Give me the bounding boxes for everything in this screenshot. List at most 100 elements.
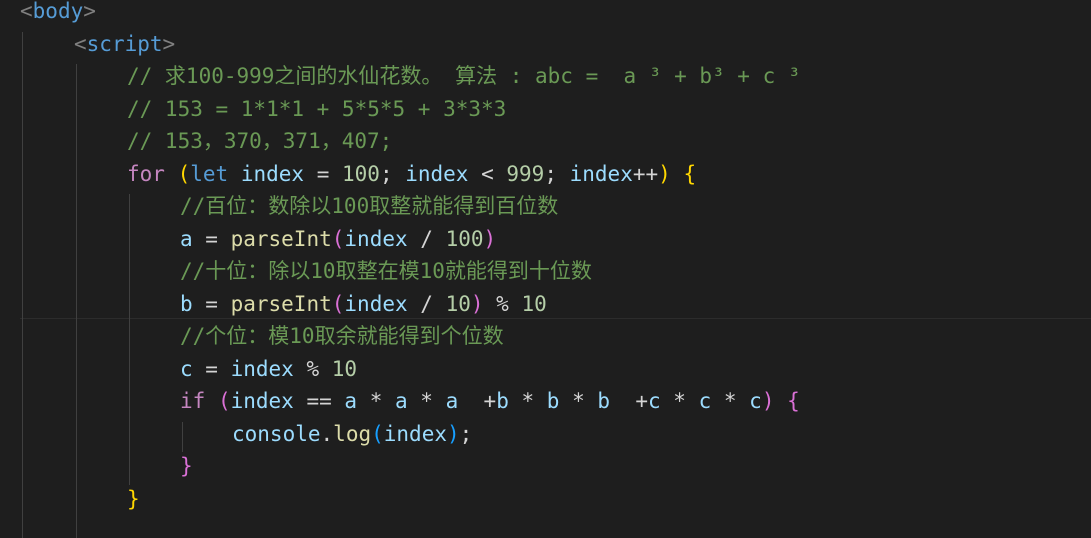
- code-token: a: [395, 389, 408, 413]
- code-token: <: [20, 0, 33, 23]
- code-line[interactable]: <body>: [20, 0, 96, 28]
- code-token: .: [320, 421, 334, 446]
- code-token: //个位：模10取余就能得到个位数: [180, 324, 504, 348]
- code-token: //十位：除以10取整在模10就能得到十位数: [180, 259, 592, 283]
- code-token: <: [468, 161, 507, 186]
- code-token: let: [190, 161, 229, 186]
- code-token: (: [331, 226, 345, 251]
- code-token: }: [180, 454, 193, 478]
- indent-guide: [182, 421, 183, 452]
- code-line[interactable]: b = parseInt(index / 10) % 10: [180, 288, 547, 321]
- code-token: (: [331, 291, 345, 316]
- code-token: 100: [342, 161, 380, 186]
- code-token: *: [407, 389, 446, 413]
- code-token: 10: [331, 356, 358, 381]
- code-token: *: [508, 389, 547, 413]
- code-token: +: [458, 389, 497, 413]
- code-token: index: [230, 389, 294, 413]
- code-token: =: [304, 161, 342, 186]
- code-line[interactable]: //百位：数除以100取整就能得到百位数: [180, 190, 558, 223]
- code-token: {: [787, 389, 800, 413]
- code-token: body: [32, 0, 84, 23]
- code-token: ): [470, 291, 484, 316]
- indent-guide: [22, 31, 23, 538]
- code-token: b: [496, 389, 509, 413]
- code-token: %: [293, 356, 332, 381]
- code-token: index: [383, 421, 447, 446]
- indent-guide: [129, 194, 130, 485]
- code-token: ++: [632, 161, 659, 186]
- code-token: a: [180, 226, 193, 251]
- indent-guide: [76, 64, 77, 538]
- code-token: script: [86, 31, 163, 56]
- code-line[interactable]: //个位：模10取余就能得到个位数: [180, 320, 504, 353]
- code-token: b: [597, 389, 611, 413]
- code-token: +: [610, 389, 648, 413]
- code-token: *: [660, 389, 699, 413]
- code-line[interactable]: }: [180, 450, 193, 483]
- code-line[interactable]: // 求100-999之间的水仙花数。 算法 : abc = a ³ + b³ …: [127, 60, 801, 93]
- code-line[interactable]: // 153 = 1*1*1 + 5*5*5 + 3*3*3: [127, 93, 506, 126]
- code-token: // 153，370，371，407;: [127, 129, 393, 153]
- code-token: 10: [445, 291, 471, 316]
- code-line[interactable]: c = index % 10: [180, 353, 357, 386]
- code-token: b: [546, 389, 560, 413]
- code-line[interactable]: a = parseInt(index / 100): [180, 223, 496, 256]
- code-token: <: [74, 31, 87, 56]
- code-token: >: [162, 31, 176, 56]
- code-line[interactable]: if (index == a * a * a +b * b * b +c * c…: [180, 385, 800, 418]
- code-line[interactable]: //十位：除以10取整在模10就能得到十位数: [180, 255, 592, 288]
- code-token: (: [177, 161, 191, 186]
- code-token: parseInt: [230, 226, 332, 251]
- code-token: if: [180, 389, 206, 413]
- code-token: =: [192, 356, 231, 381]
- code-token: %: [483, 291, 522, 316]
- code-token: (: [217, 389, 231, 413]
- code-line[interactable]: <script>: [74, 28, 175, 61]
- code-token: c: [180, 356, 193, 381]
- code-token: a: [445, 389, 459, 413]
- code-token: (: [371, 421, 384, 446]
- code-token: /: [407, 226, 446, 251]
- code-token: =: [192, 226, 231, 251]
- code-token: index: [405, 161, 469, 186]
- code-token: index: [569, 161, 633, 186]
- code-editor[interactable]: <body> <script>// 求100-999之间的水仙花数。 算法 : a…: [0, 0, 1091, 538]
- code-token: ==: [293, 389, 345, 413]
- code-token: c: [749, 389, 762, 413]
- code-line[interactable]: console.log(index);: [232, 418, 472, 451]
- code-token: ): [658, 161, 671, 186]
- code-token: {: [683, 161, 697, 186]
- code-token: b: [180, 291, 193, 316]
- code-token: >: [83, 0, 96, 23]
- code-token: // 153 = 1*1*1 + 5*5*5 + 3*3*3: [127, 96, 507, 121]
- code-token: 100: [445, 226, 484, 251]
- code-token: index: [230, 356, 294, 381]
- code-token: console: [232, 421, 321, 446]
- code-token: ;: [544, 161, 570, 186]
- code-token: 999: [506, 161, 545, 186]
- code-token: index: [344, 226, 408, 251]
- code-token: //百位：数除以100取整就能得到百位数: [180, 194, 559, 218]
- code-token: ;: [379, 161, 406, 186]
- code-line[interactable]: // 153，370，371，407;: [127, 125, 392, 158]
- code-line[interactable]: for (let index = 100; index < 999; index…: [127, 158, 696, 191]
- code-token: log: [333, 421, 372, 446]
- code-token: a: [344, 389, 358, 413]
- code-token: c: [647, 389, 661, 413]
- code-token: 10: [521, 291, 547, 316]
- code-token: for: [127, 161, 165, 186]
- code-token: parseInt: [230, 291, 332, 316]
- code-token: ): [446, 421, 460, 446]
- code-token: *: [357, 389, 395, 413]
- code-token: // 求100-999之间的水仙花数。 算法 : abc = a ³ + b³ …: [127, 64, 801, 88]
- code-token: c: [698, 389, 712, 413]
- code-token: ): [761, 389, 775, 413]
- code-token: /: [407, 291, 446, 316]
- code-line[interactable]: }: [127, 483, 140, 516]
- code-token: *: [711, 389, 750, 413]
